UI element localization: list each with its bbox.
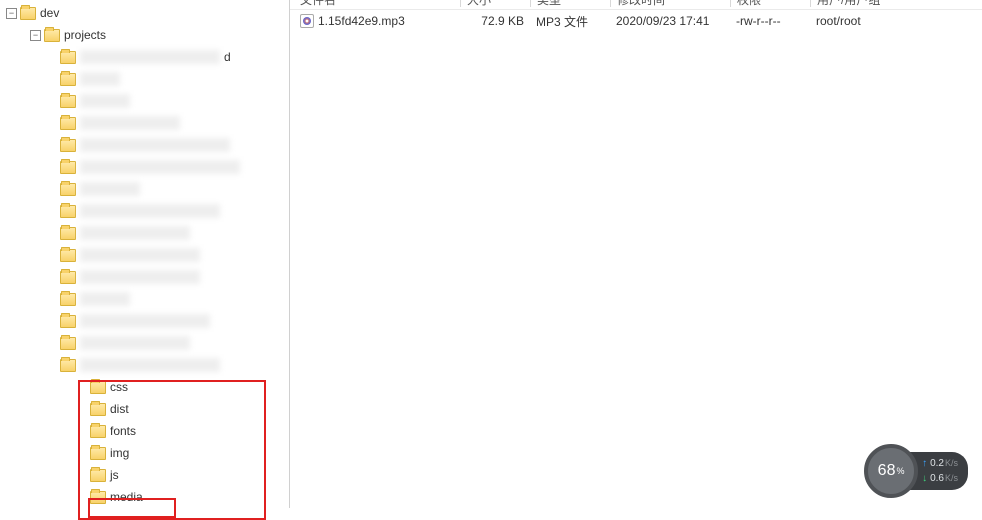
tree-node-js[interactable]: js: [90, 464, 289, 486]
file-perm: -rw-r--r--: [730, 14, 810, 28]
download-speed: 0.6: [930, 473, 944, 484]
tree-node-obscured[interactable]: d: [60, 46, 289, 68]
tree-node-projects[interactable]: − projects: [0, 24, 289, 46]
folder-icon: [60, 293, 76, 306]
folder-icon: [90, 403, 106, 416]
folder-icon: [60, 73, 76, 86]
tree-node-fonts[interactable]: fonts: [90, 420, 289, 442]
tree-label: img: [110, 446, 129, 460]
arrow-up-icon: ↑: [922, 458, 927, 469]
memory-percent-circle[interactable]: 68%: [864, 444, 918, 498]
folder-icon: [60, 117, 76, 130]
collapse-icon[interactable]: −: [30, 30, 41, 41]
tree-label: media: [110, 490, 143, 504]
column-header-owner[interactable]: 用户/用户组: [810, 0, 910, 7]
folder-icon: [90, 381, 106, 394]
file-size: 72.9 KB: [460, 14, 530, 28]
tree-label: dist: [110, 402, 129, 416]
column-header-perm[interactable]: 权限: [730, 0, 810, 7]
folder-icon: [44, 29, 60, 42]
tree-node-dist[interactable]: dist: [90, 398, 289, 420]
column-header-modified[interactable]: 修改时间: [610, 0, 730, 7]
percent-value: 68: [878, 462, 896, 480]
folder-icon: [60, 51, 76, 64]
tree-node-obscured[interactable]: [60, 332, 289, 354]
tree-node-obscured[interactable]: [60, 200, 289, 222]
folder-icon: [60, 183, 76, 196]
folder-icon: [60, 249, 76, 262]
folder-icon: [60, 271, 76, 284]
tree-node-obscured[interactable]: [60, 288, 289, 310]
audio-file-icon: [300, 14, 314, 28]
column-header-name[interactable]: 文件名: [290, 0, 460, 7]
folder-icon: [60, 161, 76, 174]
folder-icon: [60, 139, 76, 152]
column-header-size[interactable]: 大小: [460, 0, 530, 7]
tree-label: dev: [40, 6, 59, 20]
tree-label: css: [110, 380, 128, 394]
folder-icon: [60, 359, 76, 372]
file-list-panel: 文件名 大小 类型 修改时间 权限 用户/用户组 1.15fd42e9.mp3 …: [290, 0, 982, 508]
percent-symbol: %: [896, 466, 904, 476]
collapse-icon[interactable]: −: [6, 8, 17, 19]
tree-node-obscured[interactable]: [60, 222, 289, 244]
tree-node-img[interactable]: img: [90, 442, 289, 464]
tree-node-obscured[interactable]: [60, 354, 289, 376]
file-type: MP3 文件: [530, 13, 610, 30]
tree-node-obscured[interactable]: [60, 68, 289, 90]
tree-node-obscured[interactable]: [60, 134, 289, 156]
network-speed-widget[interactable]: 68% ↑0.2K/s ↓0.6K/s: [864, 444, 968, 498]
folder-icon: [60, 337, 76, 350]
folder-icon: [90, 491, 106, 504]
column-header-type[interactable]: 类型: [530, 0, 610, 7]
tree-label: fonts: [110, 424, 136, 438]
tree-node-obscured[interactable]: [60, 178, 289, 200]
file-modified: 2020/09/23 17:41: [610, 14, 730, 28]
tree-node-media[interactable]: media: [90, 486, 289, 508]
column-header-row: 文件名 大小 类型 修改时间 权限 用户/用户组: [290, 0, 982, 10]
upload-speed: 0.2: [930, 458, 944, 469]
file-owner: root/root: [810, 14, 910, 28]
folder-tree: − dev − projects d: [0, 0, 290, 508]
arrow-down-icon: ↓: [922, 473, 927, 484]
tree-label: js: [110, 468, 119, 482]
tree-node-obscured[interactable]: [60, 266, 289, 288]
tree-node-obscured[interactable]: [60, 244, 289, 266]
folder-icon: [60, 227, 76, 240]
tree-node-obscured[interactable]: [60, 112, 289, 134]
folder-icon: [60, 95, 76, 108]
tree-label: projects: [64, 28, 106, 42]
tree-node-obscured[interactable]: [60, 310, 289, 332]
tree-node-obscured[interactable]: [60, 156, 289, 178]
tree-node-dev[interactable]: − dev: [0, 2, 289, 24]
folder-icon: [60, 315, 76, 328]
file-row[interactable]: 1.15fd42e9.mp3 72.9 KB MP3 文件 2020/09/23…: [290, 10, 982, 32]
tree-node-css[interactable]: css: [90, 376, 289, 398]
folder-icon: [90, 447, 106, 460]
file-name: 1.15fd42e9.mp3: [318, 14, 405, 28]
folder-icon: [60, 205, 76, 218]
tree-node-obscured[interactable]: [60, 90, 289, 112]
folder-icon: [20, 7, 36, 20]
folder-icon: [90, 425, 106, 438]
folder-icon: [90, 469, 106, 482]
